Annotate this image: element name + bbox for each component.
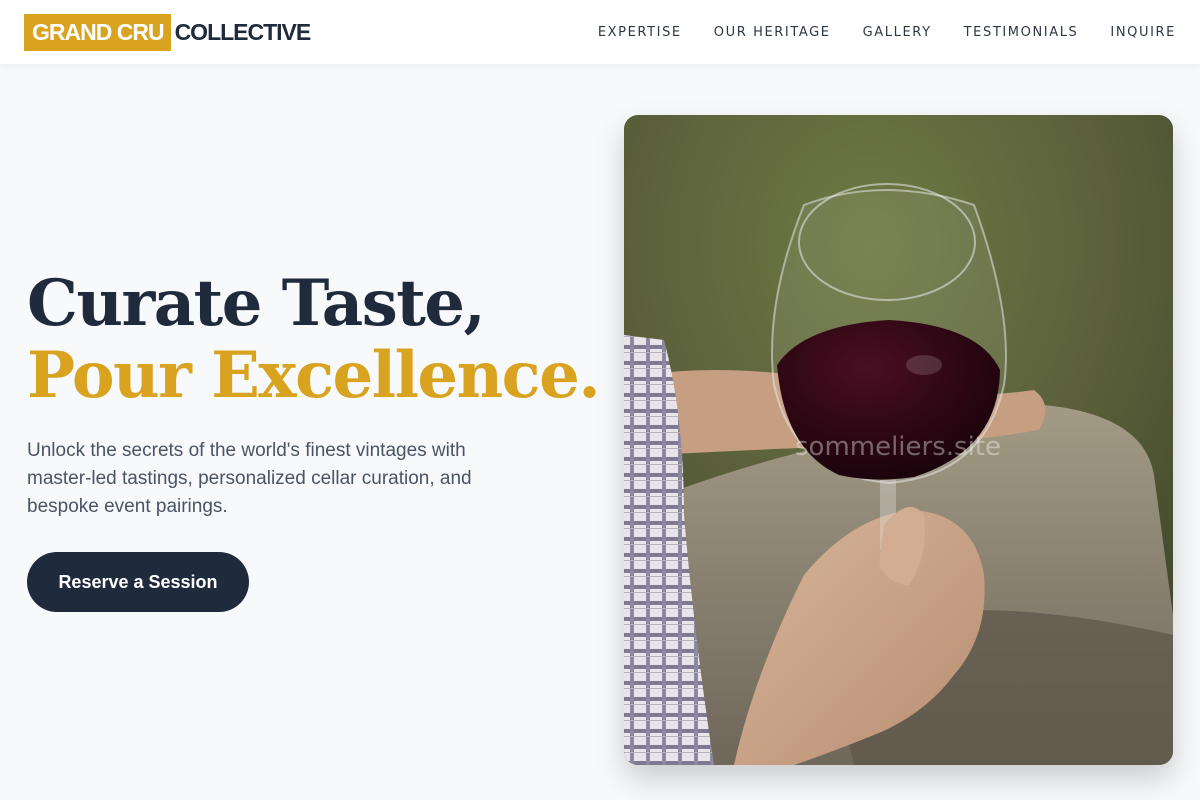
hero-title-line2: Pour Excellence.	[27, 338, 601, 413]
nav-link-expertise[interactable]: EXPERTISE	[598, 25, 682, 40]
hero-subtitle: Unlock the secrets of the world's finest…	[27, 440, 472, 517]
logo-text: COLLECTIVE	[174, 18, 312, 45]
image-watermark: sommeliers.site	[795, 432, 1001, 462]
brand-logo[interactable]: GRAND CRU COLLECTIVE	[24, 13, 312, 51]
nav-link-heritage[interactable]: OUR HERITAGE	[714, 25, 831, 40]
hero-title: Curate Taste, Pour Excellence.	[27, 266, 601, 413]
wine-glass-illustration: sommeliers.site	[624, 115, 1173, 765]
nav-link-testimonials[interactable]: TESTIMONIALS	[964, 25, 1079, 40]
hero-photo-wine-glass: sommeliers.site	[624, 115, 1173, 765]
nav-link-inquire[interactable]: INQUIRE	[1110, 25, 1176, 40]
main-nav: EXPERTISE OUR HERITAGE GALLERY TESTIMONI…	[566, 25, 1176, 40]
logo-mark: GRAND CRU	[24, 13, 171, 51]
hero-title-line1: Curate Taste,	[27, 266, 486, 341]
reserve-session-button[interactable]: Reserve a Session	[27, 552, 249, 612]
top-navbar: GRAND CRU COLLECTIVE EXPERTISE OUR HERIT…	[0, 0, 1200, 64]
nav-link-gallery[interactable]: GALLERY	[863, 25, 932, 40]
